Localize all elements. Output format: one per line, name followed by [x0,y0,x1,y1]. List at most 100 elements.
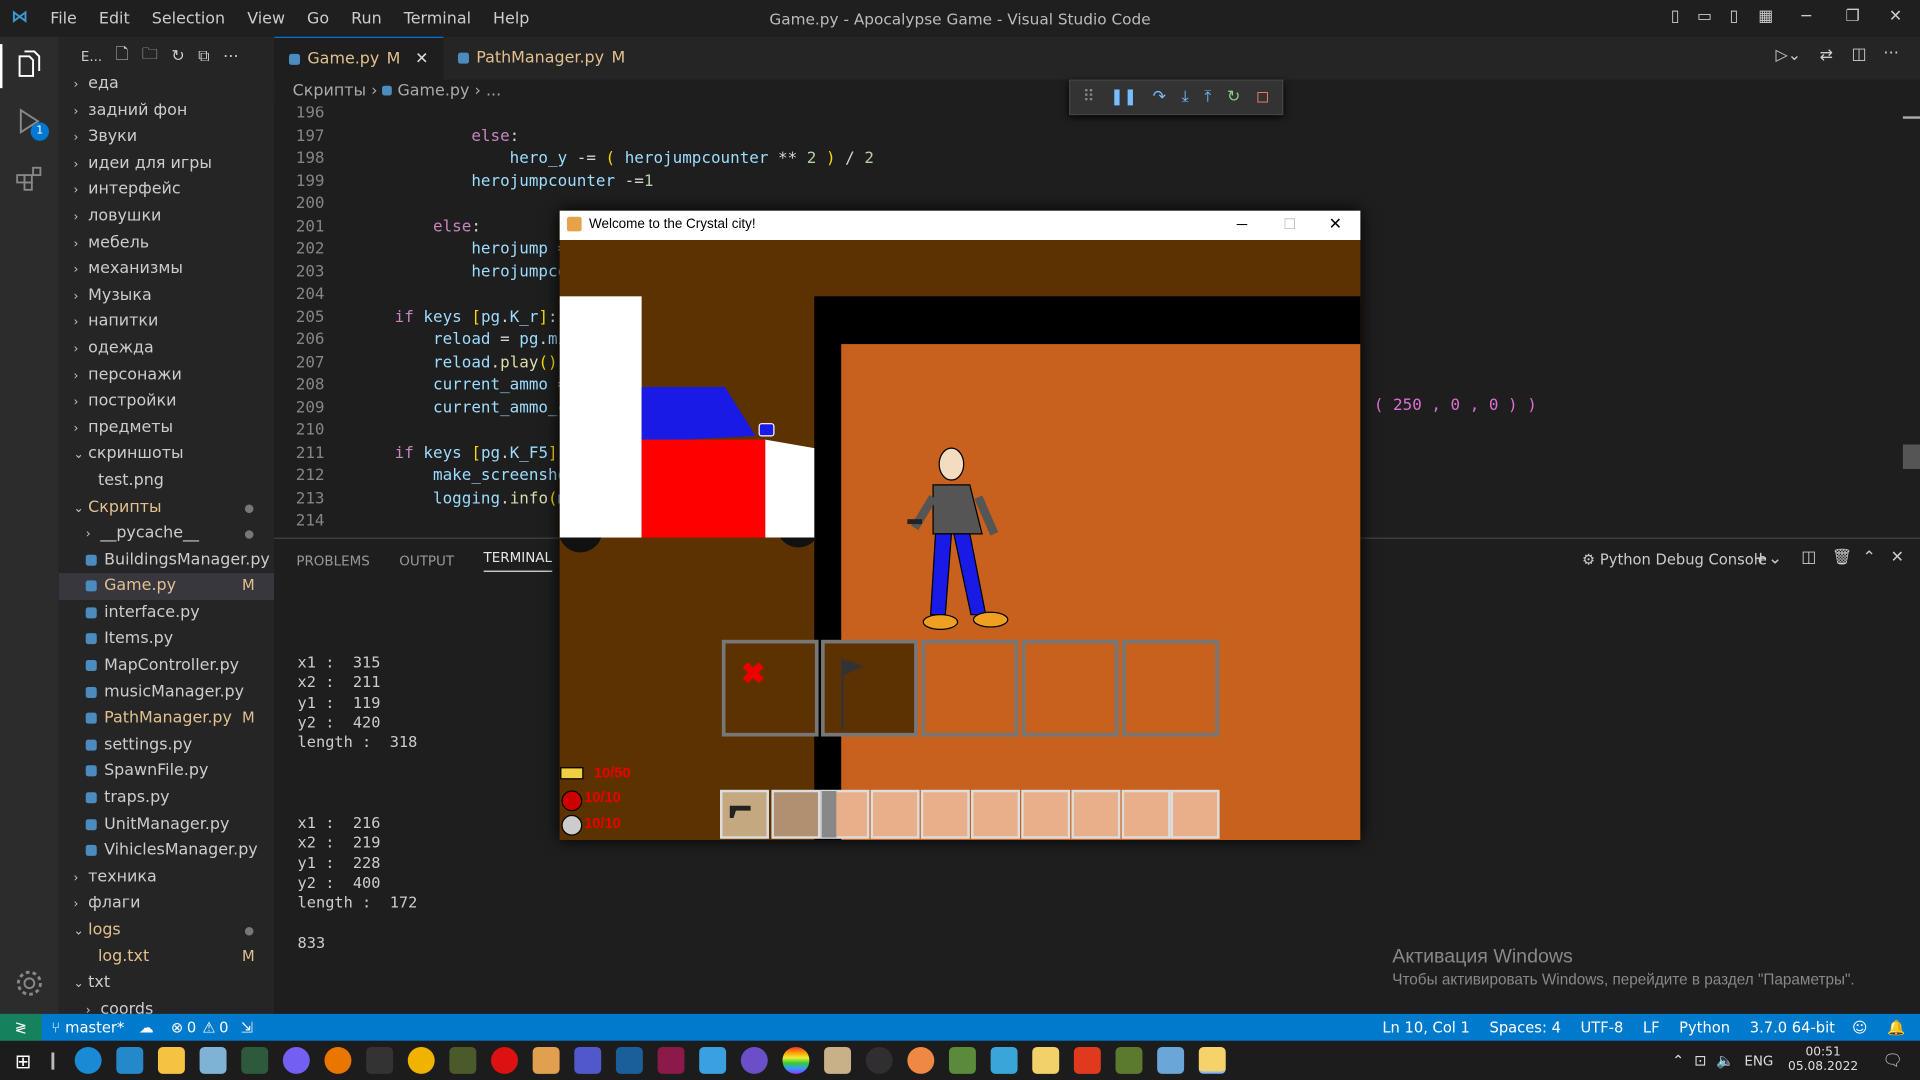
virtualbox-icon[interactable] [616,1046,644,1074]
toggle-secondary-sidebar-icon[interactable]: ▯ [1719,0,1748,37]
tree-file[interactable]: settings.py [59,732,275,758]
tree-folder[interactable]: › мебель [59,230,275,256]
windows-start-icon[interactable]: ⊞ [15,1049,31,1072]
tree-folder[interactable]: ⌄ Скрипты [59,494,275,520]
new-folder-icon[interactable]: 🗀 [142,43,158,70]
stop-icon[interactable]: ◻ [1256,88,1269,106]
app-icon[interactable] [990,1046,1018,1074]
tree-folder[interactable]: › флаги [59,891,275,917]
winrar-icon[interactable] [657,1046,685,1074]
tree-folder[interactable]: › персонажи [59,362,275,388]
teams-icon[interactable] [574,1046,602,1074]
split-editor-icon[interactable]: ◫ [1851,45,1866,63]
end-of-line[interactable]: LF [1643,1019,1660,1036]
extensions-icon[interactable] [15,164,44,193]
menu-edit[interactable]: Edit [88,9,141,27]
notifications-icon[interactable]: 🔔 [1887,1019,1905,1036]
task-view-icon[interactable]: ❙ [46,1051,60,1071]
split-terminal-icon[interactable]: ◫ [1801,549,1816,567]
toggle-panel-icon[interactable]: ▭ [1690,0,1719,37]
step-out-icon[interactable]: ⤒ [1204,88,1211,106]
tree-folder[interactable]: › напитки [59,309,275,335]
editor-more-icon[interactable]: ⋯ [1883,44,1899,62]
tree-folder[interactable]: › постройки [59,388,275,414]
app-icon[interactable] [699,1046,727,1074]
obs-icon[interactable] [865,1046,893,1074]
tree-file[interactable]: UnitManager.py [59,811,275,837]
tree-folder[interactable]: › еда [59,71,275,97]
tree-folder[interactable]: › механизмы [59,256,275,282]
tree-folder[interactable]: › Музыка [59,283,275,309]
tab-pathmanager-py[interactable]: PathManager.py M [443,37,640,80]
input-language[interactable]: ENG [1744,1052,1773,1068]
step-into-icon[interactable]: ⤓ [1182,88,1189,106]
viber-icon[interactable] [283,1046,310,1074]
tree-folder[interactable]: › идеи для игры [59,150,275,176]
tree-file[interactable]: musicManager.py [59,679,275,705]
volume-icon[interactable]: 🔈 [1716,1052,1734,1069]
open-changes-icon[interactable]: ⇄ [1820,47,1833,65]
app-icon[interactable] [407,1046,435,1074]
game-app-icon[interactable] [449,1046,477,1074]
vscode-taskbar-icon[interactable] [116,1046,144,1074]
pause-icon[interactable]: ❚❚ [1110,88,1137,106]
tree-file[interactable]: traps.py [59,785,275,811]
language-mode[interactable]: Python [1679,1019,1730,1036]
blender-icon[interactable] [324,1046,352,1074]
menu-run[interactable]: Run [340,9,393,27]
terminal-app-icon[interactable] [241,1046,269,1074]
tree-folder[interactable]: › техника [59,864,275,890]
collapse-all-icon[interactable]: ⧉ [198,47,209,65]
code-line[interactable]: 197 else: [274,126,1920,149]
edge-browser-icon[interactable] [74,1046,102,1074]
remote-icon[interactable]: ≷ [0,1013,42,1041]
sync-icon[interactable]: ☁ [139,1019,154,1036]
file-explorer-icon[interactable] [158,1046,186,1074]
game-close-button[interactable]: ✕ [1329,211,1342,238]
code-line[interactable]: 199 herojumpcounter -=1 [274,171,1920,194]
tree-file[interactable]: Game.py M [58,573,275,600]
tree-file[interactable]: SpawnFile.py [59,759,275,785]
tree-folder[interactable]: › предметы [59,415,275,441]
tree-file[interactable]: Items.py [59,626,275,652]
minecraft-icon[interactable] [1115,1046,1143,1074]
calculator-icon[interactable] [1157,1046,1185,1074]
lgbt-app-icon[interactable] [782,1046,810,1074]
app-icon[interactable] [907,1046,935,1074]
app-icon[interactable] [949,1046,977,1074]
tab-game-py[interactable]: Game.py M ✕ [274,36,444,80]
tree-file[interactable]: MapController.py [59,653,275,679]
code-line[interactable]: 198 hero_y -= ( herojumpcounter ** 2 ) /… [274,148,1920,171]
new-file-icon[interactable]: 🗋 [116,43,129,70]
menu-file[interactable]: File [39,9,88,27]
error-icon[interactable]: ⊗ [171,1019,183,1036]
customize-layout-icon[interactable]: ▦ [1751,0,1780,37]
tab-problems[interactable]: PROBLEMS [296,553,370,569]
menu-selection[interactable]: Selection [141,9,236,27]
menu-help[interactable]: Help [482,9,540,27]
refresh-icon[interactable]: ↻ [171,47,184,65]
feedback-icon[interactable]: ☺ [1852,1019,1867,1036]
python-game-taskbar-icon[interactable] [1198,1046,1226,1074]
close-button[interactable]: ✕ [1871,0,1920,37]
network-icon[interactable]: ⊡ [1694,1052,1706,1069]
tree-file[interactable]: PathManager.py M [59,706,275,732]
headphones-icon[interactable] [740,1046,768,1074]
tab-terminal[interactable]: TERMINAL [483,550,553,572]
restart-icon[interactable]: ↻ [1227,88,1240,106]
encoding[interactable]: UTF-8 [1581,1019,1624,1036]
cursor-position[interactable]: Ln 10, Col 1 [1382,1019,1470,1036]
git-branch-icon[interactable]: ⑂ [51,1019,60,1036]
editor-scrollbar[interactable] [1902,444,1920,469]
drag-handle-icon[interactable]: ⠿ [1083,88,1095,106]
new-terminal-icon[interactable]: +⌄ [1753,549,1782,569]
game-minimize-button[interactable]: ─ [1237,211,1247,238]
unity-icon[interactable] [366,1046,394,1074]
tree-folder[interactable]: › интерфейс [59,177,275,203]
office-icon[interactable] [1074,1046,1101,1074]
tree-file[interactable]: log.txt M [59,944,275,970]
game-maximize-button[interactable]: ☐ [1283,211,1296,238]
clock[interactable]: 00:51 05.08.2022 [1788,1046,1858,1075]
tree-folder[interactable]: › одежда [59,335,275,361]
menu-go[interactable]: Go [296,9,340,27]
